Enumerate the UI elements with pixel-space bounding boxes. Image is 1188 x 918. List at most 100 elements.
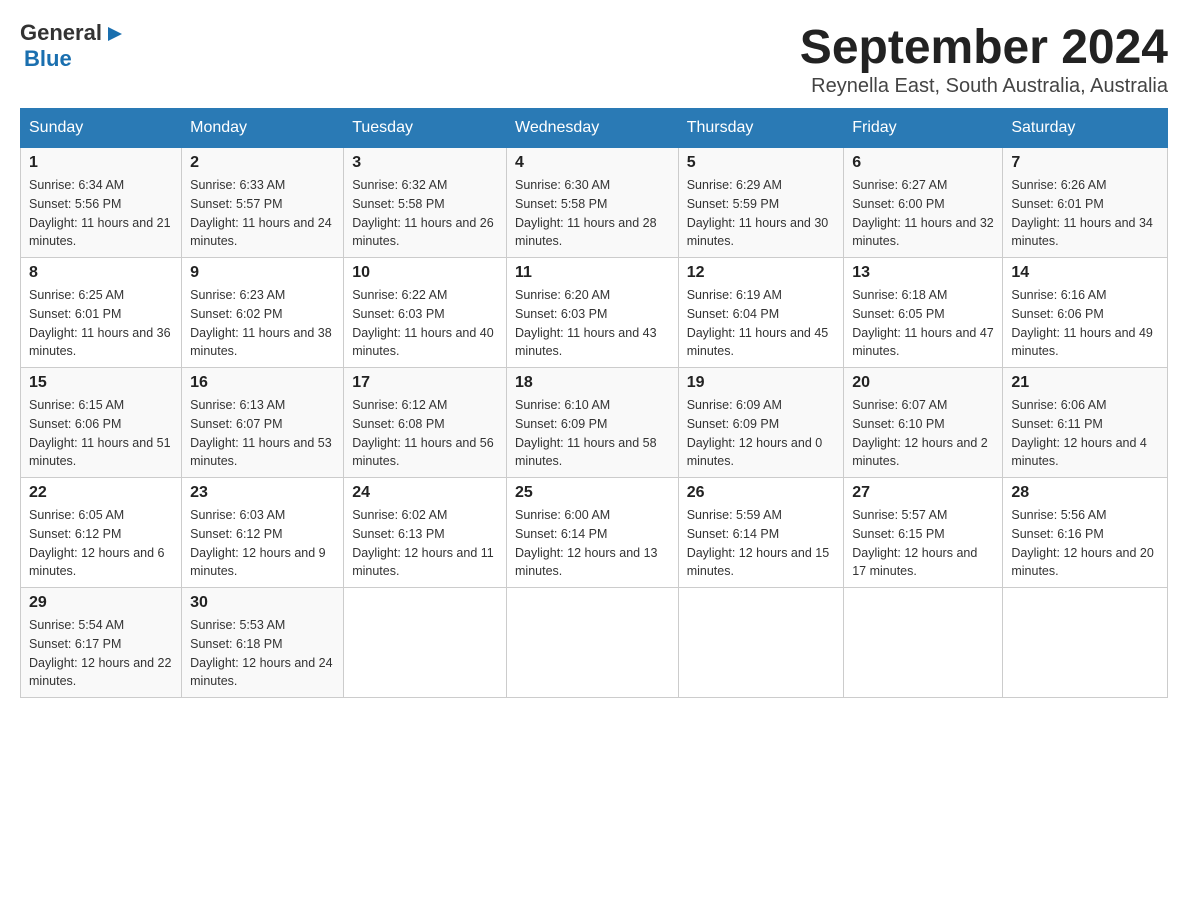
day-info: Sunrise: 6:30 AMSunset: 5:58 PMDaylight:… <box>515 176 670 251</box>
day-cell <box>1003 588 1168 698</box>
day-number: 8 <box>29 264 173 282</box>
day-number: 17 <box>352 374 498 392</box>
header-cell-friday: Friday <box>844 109 1003 148</box>
day-number: 18 <box>515 374 670 392</box>
day-cell: 16Sunrise: 6:13 AMSunset: 6:07 PMDayligh… <box>182 368 344 478</box>
day-info: Sunrise: 6:12 AMSunset: 6:08 PMDaylight:… <box>352 396 498 471</box>
day-info: Sunrise: 5:57 AMSunset: 6:15 PMDaylight:… <box>852 506 994 581</box>
day-cell: 30Sunrise: 5:53 AMSunset: 6:18 PMDayligh… <box>182 588 344 698</box>
logo-general: General <box>20 20 102 46</box>
logo-triangle-icon <box>104 23 126 45</box>
header-cell-sunday: Sunday <box>21 109 182 148</box>
day-cell <box>678 588 844 698</box>
day-info: Sunrise: 6:07 AMSunset: 6:10 PMDaylight:… <box>852 396 994 471</box>
day-info: Sunrise: 6:13 AMSunset: 6:07 PMDaylight:… <box>190 396 335 471</box>
day-info: Sunrise: 6:05 AMSunset: 6:12 PMDaylight:… <box>29 506 173 581</box>
header-row: SundayMondayTuesdayWednesdayThursdayFrid… <box>21 109 1168 148</box>
day-cell: 26 Sunrise: 5:59 AMSunset: 6:14 PMDayligh… <box>678 478 844 588</box>
day-info: Sunrise: 6:34 AMSunset: 5:56 PMDaylight:… <box>29 176 173 251</box>
day-info: Sunrise: 6:23 AMSunset: 6:02 PMDaylight:… <box>190 286 335 361</box>
day-cell: 17 Sunrise: 6:12 AMSunset: 6:08 PMDayligh… <box>344 368 507 478</box>
logo: General Blue <box>20 20 126 72</box>
day-cell: 9Sunrise: 6:23 AMSunset: 6:02 PMDaylight… <box>182 258 344 368</box>
logo-blue: Blue <box>24 46 72 71</box>
day-cell: 29 Sunrise: 5:54 AMSunset: 6:17 PMDayligh… <box>21 588 182 698</box>
day-number: 15 <box>29 374 173 392</box>
day-cell: 25Sunrise: 6:00 AMSunset: 6:14 PMDayligh… <box>507 478 679 588</box>
day-number: 24 <box>352 484 498 502</box>
day-number: 21 <box>1011 374 1159 392</box>
day-number: 11 <box>515 264 670 282</box>
location-title: Reynella East, South Australia, Australi… <box>800 75 1168 98</box>
day-number: 19 <box>687 374 836 392</box>
week-row-5: 29 Sunrise: 5:54 AMSunset: 6:17 PMDayligh… <box>21 588 1168 698</box>
day-cell: 5 Sunrise: 6:29 AMSunset: 5:59 PMDaylight… <box>678 148 844 258</box>
day-number: 22 <box>29 484 173 502</box>
day-number: 2 <box>190 154 335 172</box>
day-cell: 28 Sunrise: 5:56 AMSunset: 6:16 PMDayligh… <box>1003 478 1168 588</box>
day-info: Sunrise: 5:59 AMSunset: 6:14 PMDaylight:… <box>687 506 836 581</box>
day-info: Sunrise: 6:26 AMSunset: 6:01 PMDaylight:… <box>1011 176 1159 251</box>
day-cell: 10 Sunrise: 6:22 AMSunset: 6:03 PMDayligh… <box>344 258 507 368</box>
day-cell <box>507 588 679 698</box>
day-cell: 13 Sunrise: 6:18 AMSunset: 6:05 PMDayligh… <box>844 258 1003 368</box>
day-info: Sunrise: 5:54 AMSunset: 6:17 PMDaylight:… <box>29 616 173 691</box>
header-cell-monday: Monday <box>182 109 344 148</box>
day-info: Sunrise: 6:22 AMSunset: 6:03 PMDaylight:… <box>352 286 498 361</box>
day-number: 6 <box>852 154 994 172</box>
day-info: Sunrise: 6:09 AMSunset: 6:09 PMDaylight:… <box>687 396 836 471</box>
day-info: Sunrise: 6:32 AMSunset: 5:58 PMDaylight:… <box>352 176 498 251</box>
day-number: 23 <box>190 484 335 502</box>
month-title: September 2024 <box>800 20 1168 75</box>
day-number: 14 <box>1011 264 1159 282</box>
day-info: Sunrise: 6:10 AMSunset: 6:09 PMDaylight:… <box>515 396 670 471</box>
day-number: 25 <box>515 484 670 502</box>
day-number: 20 <box>852 374 994 392</box>
day-number: 3 <box>352 154 498 172</box>
day-cell: 18 Sunrise: 6:10 AMSunset: 6:09 PMDayligh… <box>507 368 679 478</box>
day-info: Sunrise: 6:20 AMSunset: 6:03 PMDaylight:… <box>515 286 670 361</box>
day-cell: 23Sunrise: 6:03 AMSunset: 6:12 PMDayligh… <box>182 478 344 588</box>
week-row-4: 22 Sunrise: 6:05 AMSunset: 6:12 PMDayligh… <box>21 478 1168 588</box>
title-area: September 2024 Reynella East, South Aust… <box>800 20 1168 98</box>
day-info: Sunrise: 6:18 AMSunset: 6:05 PMDaylight:… <box>852 286 994 361</box>
day-cell: 1Sunrise: 6:34 AMSunset: 5:56 PMDaylight… <box>21 148 182 258</box>
day-number: 26 <box>687 484 836 502</box>
day-cell: 4Sunrise: 6:30 AMSunset: 5:58 PMDaylight… <box>507 148 679 258</box>
day-cell: 24 Sunrise: 6:02 AMSunset: 6:13 PMDayligh… <box>344 478 507 588</box>
week-row-1: 1Sunrise: 6:34 AMSunset: 5:56 PMDaylight… <box>21 148 1168 258</box>
day-number: 12 <box>687 264 836 282</box>
page-header: General Blue September 2024 Reynella Eas… <box>20 20 1168 98</box>
day-number: 29 <box>29 594 173 612</box>
day-cell: 19 Sunrise: 6:09 AMSunset: 6:09 PMDayligh… <box>678 368 844 478</box>
day-cell: 22 Sunrise: 6:05 AMSunset: 6:12 PMDayligh… <box>21 478 182 588</box>
day-info: Sunrise: 6:02 AMSunset: 6:13 PMDaylight:… <box>352 506 498 581</box>
day-info: Sunrise: 6:29 AMSunset: 5:59 PMDaylight:… <box>687 176 836 251</box>
header-cell-saturday: Saturday <box>1003 109 1168 148</box>
day-number: 28 <box>1011 484 1159 502</box>
day-cell: 7 Sunrise: 6:26 AMSunset: 6:01 PMDaylight… <box>1003 148 1168 258</box>
day-cell: 14 Sunrise: 6:16 AMSunset: 6:06 PMDayligh… <box>1003 258 1168 368</box>
day-cell <box>844 588 1003 698</box>
day-cell: 21Sunrise: 6:06 AMSunset: 6:11 PMDayligh… <box>1003 368 1168 478</box>
day-info: Sunrise: 5:56 AMSunset: 6:16 PMDaylight:… <box>1011 506 1159 581</box>
day-number: 30 <box>190 594 335 612</box>
day-info: Sunrise: 6:16 AMSunset: 6:06 PMDaylight:… <box>1011 286 1159 361</box>
day-info: Sunrise: 6:25 AMSunset: 6:01 PMDaylight:… <box>29 286 173 361</box>
day-number: 7 <box>1011 154 1159 172</box>
day-cell: 15 Sunrise: 6:15 AMSunset: 6:06 PMDayligh… <box>21 368 182 478</box>
day-cell: 11 Sunrise: 6:20 AMSunset: 6:03 PMDayligh… <box>507 258 679 368</box>
week-row-3: 15 Sunrise: 6:15 AMSunset: 6:06 PMDayligh… <box>21 368 1168 478</box>
day-info: Sunrise: 6:19 AMSunset: 6:04 PMDaylight:… <box>687 286 836 361</box>
day-info: Sunrise: 6:33 AMSunset: 5:57 PMDaylight:… <box>190 176 335 251</box>
calendar-table: SundayMondayTuesdayWednesdayThursdayFrid… <box>20 108 1168 698</box>
day-info: Sunrise: 6:15 AMSunset: 6:06 PMDaylight:… <box>29 396 173 471</box>
day-cell: 6 Sunrise: 6:27 AMSunset: 6:00 PMDaylight… <box>844 148 1003 258</box>
day-cell: 2 Sunrise: 6:33 AMSunset: 5:57 PMDaylight… <box>182 148 344 258</box>
day-number: 10 <box>352 264 498 282</box>
day-number: 5 <box>687 154 836 172</box>
header-cell-tuesday: Tuesday <box>344 109 507 148</box>
day-info: Sunrise: 6:27 AMSunset: 6:00 PMDaylight:… <box>852 176 994 251</box>
week-row-2: 8 Sunrise: 6:25 AMSunset: 6:01 PMDaylight… <box>21 258 1168 368</box>
day-number: 13 <box>852 264 994 282</box>
